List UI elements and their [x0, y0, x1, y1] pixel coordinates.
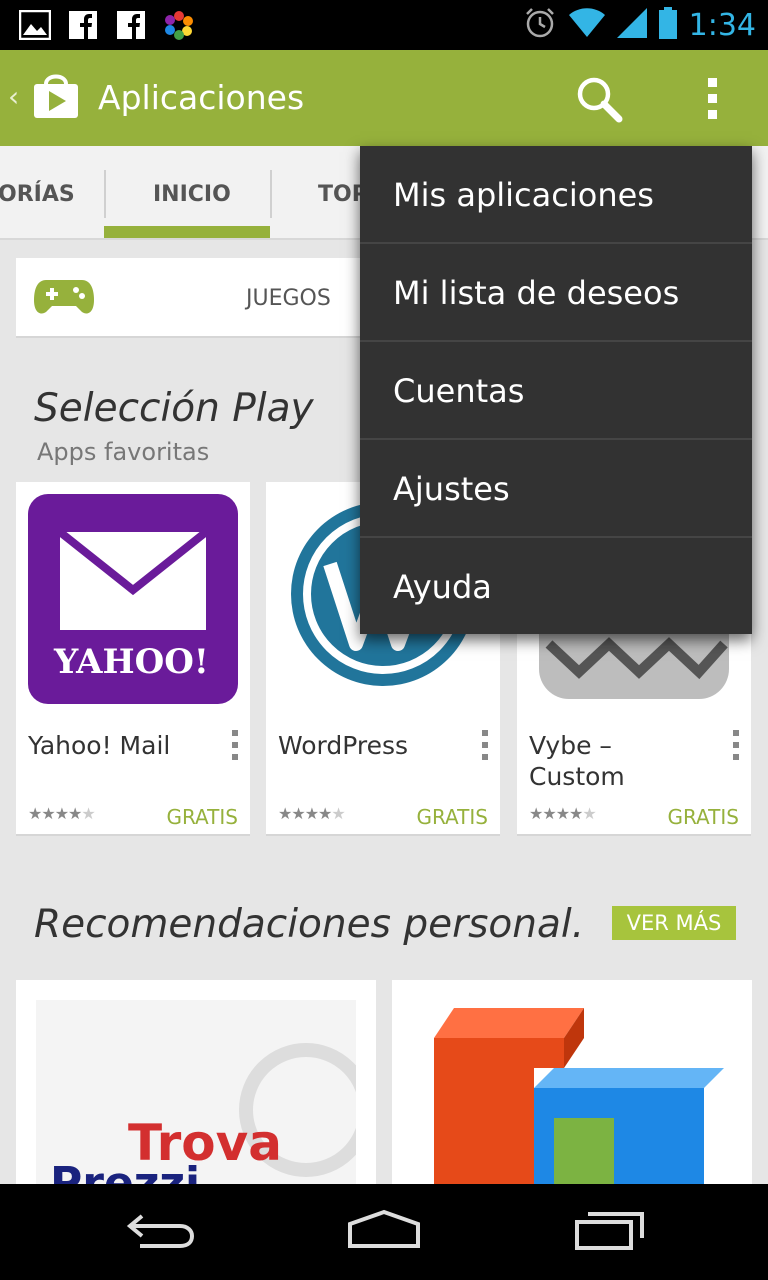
menu-item-lista-deseos[interactable]: Mi lista de deseos	[360, 244, 752, 342]
play-store-logo-icon[interactable]	[30, 72, 82, 124]
facebook-notification-icon	[66, 8, 100, 42]
app-more-options-icon[interactable]	[480, 730, 490, 764]
app-price: GRATIS	[416, 805, 488, 829]
up-caret-icon[interactable]: ‹	[8, 80, 19, 113]
menu-item-ajustes[interactable]: Ajustes	[360, 440, 752, 538]
section-title: Selección Play	[34, 386, 314, 431]
see-more-button[interactable]: VER MÁS	[612, 906, 736, 940]
facebook-notification-icon	[114, 8, 148, 42]
section-subtitle: Apps favoritas	[37, 438, 210, 466]
tab-divider	[270, 170, 272, 218]
menu-item-ayuda[interactable]: Ayuda	[360, 538, 752, 636]
recommended-app-card[interactable]	[392, 980, 752, 1184]
yahoo-mail-icon: YAHOO!	[28, 494, 238, 704]
clock: 1:34	[688, 7, 756, 43]
recommendations-title: Recomendaciones personal.	[34, 902, 585, 947]
navigation-bar	[0, 1184, 768, 1280]
menu-item-mis-aplicaciones[interactable]: Mis aplicaciones	[360, 146, 752, 244]
rating-stars: ★★★★★	[278, 804, 346, 823]
search-icon[interactable]	[574, 74, 624, 128]
overflow-menu-icon[interactable]	[700, 76, 724, 122]
app-more-options-icon[interactable]	[731, 730, 741, 764]
back-icon[interactable]	[124, 1206, 196, 1258]
signal-icon	[616, 8, 647, 42]
yahoo-logo-text: YAHOO!	[54, 642, 209, 682]
games-label: JUEGOS	[246, 286, 331, 311]
recommended-app-card[interactable]: Trova Prezzi	[16, 980, 376, 1184]
tab-divider	[104, 170, 106, 218]
rating-stars: ★★★★★	[28, 804, 96, 823]
gamepad-icon	[34, 278, 94, 320]
tab-indicator	[104, 226, 270, 238]
tab-categorias[interactable]: ORÍAS	[0, 182, 75, 207]
blocks-game-icon	[414, 998, 734, 1184]
home-icon[interactable]	[346, 1206, 422, 1258]
app-more-options-icon[interactable]	[230, 730, 240, 764]
recent-apps-icon[interactable]	[574, 1206, 646, 1258]
photos-notification-icon	[162, 8, 196, 42]
wifi-icon	[568, 8, 605, 42]
app-price: GRATIS	[166, 805, 238, 829]
overflow-menu: Mis aplicaciones Mi lista de deseos Cuen…	[360, 146, 752, 634]
rating-stars: ★★★★★	[529, 804, 597, 823]
trovaprezzi-logo-text-2: Prezzi	[50, 1158, 201, 1184]
app-card-yahoo-mail[interactable]: YAHOO! Yahoo! Mail ★★★★★ GRATIS	[16, 482, 250, 836]
app-name: Vybe – Custom	[529, 731, 625, 791]
action-bar: ‹ Aplicaciones	[0, 50, 768, 146]
app-name: Yahoo! Mail	[28, 731, 171, 760]
app-name: WordPress	[278, 731, 409, 760]
page-title: Aplicaciones	[98, 78, 305, 117]
tab-inicio[interactable]: INICIO	[153, 182, 231, 207]
menu-item-cuentas[interactable]: Cuentas	[360, 342, 752, 440]
alarm-icon	[523, 6, 557, 44]
status-bar: 1:34	[0, 0, 768, 50]
battery-icon	[658, 7, 677, 43]
trovaprezzi-icon: Trova Prezzi	[36, 1000, 356, 1184]
app-price: GRATIS	[667, 805, 739, 829]
gallery-notification-icon	[18, 8, 52, 42]
